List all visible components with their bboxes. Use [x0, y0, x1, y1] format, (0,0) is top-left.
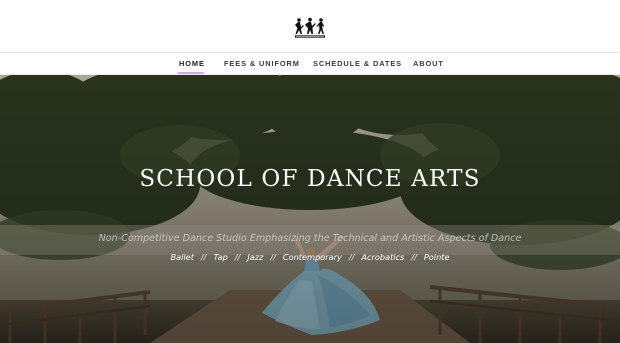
style-separator: // — [270, 252, 276, 262]
main-nav: HOME FEES & UNIFORM SCHEDULE & DATES ABO… — [0, 53, 620, 75]
style-separator: // — [200, 252, 207, 262]
style-separator: // — [348, 252, 355, 262]
nav-item-home[interactable]: HOME — [179, 59, 205, 68]
dance-style-pointe: Pointe — [423, 252, 450, 262]
dance-style-jazz: Jazz — [247, 252, 264, 262]
hero-background-image — [0, 75, 620, 343]
dance-style-ballet: Ballet — [170, 252, 194, 262]
nav-item-fees-uniform[interactable]: FEES & UNIFORM — [224, 59, 300, 68]
dance-style-contemporary: Contemporary — [282, 252, 342, 262]
site-header — [0, 0, 620, 53]
hero-banner — [0, 75, 620, 343]
dance-style-acrobatics: Acrobatics — [361, 252, 405, 262]
style-separator: // — [411, 252, 417, 262]
nav-item-schedule-dates[interactable]: SCHEDULE & DATES — [313, 59, 402, 68]
style-separator: // — [234, 252, 241, 262]
dance-style-tap: Tap — [213, 252, 228, 262]
active-nav-indicator — [178, 72, 204, 74]
dancers-logo-icon[interactable] — [293, 17, 327, 39]
nav-item-about[interactable]: ABOUT — [413, 59, 444, 68]
dance-styles-list: Ballet // Tap // Jazz // Contemporary // Acrobat… — [0, 252, 620, 262]
hero-subtitle: Non-Competitive Dance Studio Emphasizing… — [98, 233, 522, 244]
hero-title: SCHOOL OF DANCE ARTS — [139, 166, 481, 192]
